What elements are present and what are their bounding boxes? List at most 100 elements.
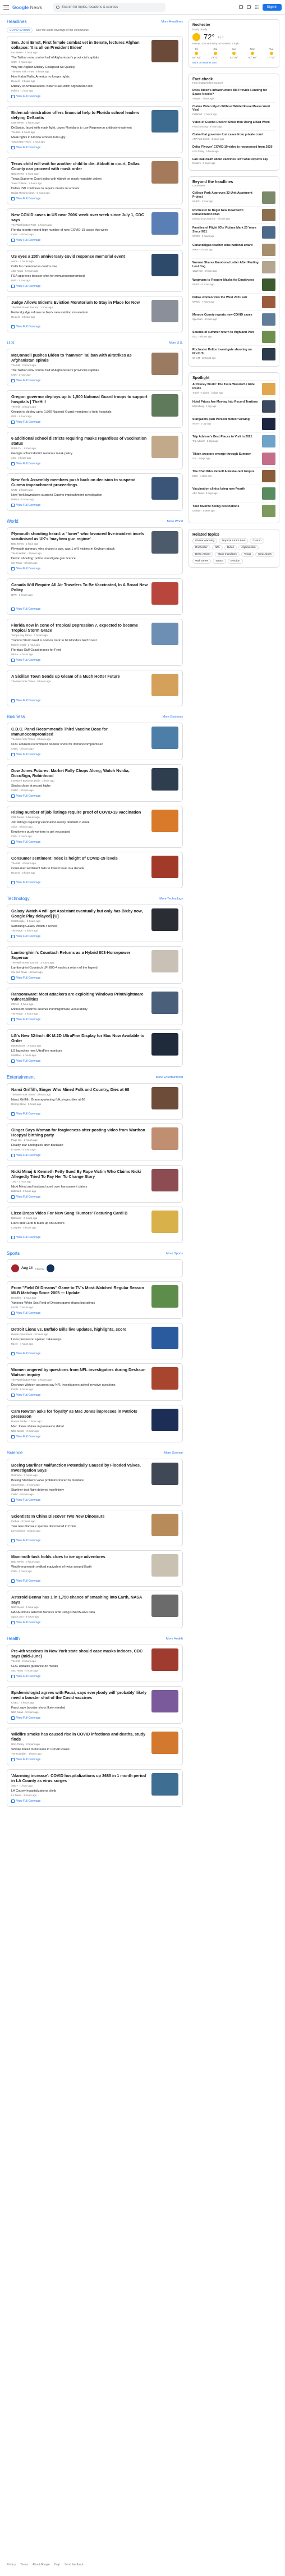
- story-headline[interactable]: Ransomware: Most attackers are exploitin…: [11, 992, 148, 1002]
- spotlight-item[interactable]: The Chef Who Rebuilt A Restaurant Empire…: [192, 467, 275, 485]
- item-headline[interactable]: Does Biden's Infrastructure Bill Provide…: [192, 89, 275, 97]
- full-coverage-link[interactable]: View Full Coverage: [11, 1154, 178, 1157]
- story-thumbnail[interactable]: [151, 1127, 178, 1150]
- search-input[interactable]: Search for topics, locations & sources: [53, 2, 166, 12]
- local-item[interactable]: Woman Shares Emotional Letter After Find…: [192, 258, 275, 276]
- item-headline[interactable]: Woman Shares Emotional Letter After Find…: [192, 261, 259, 269]
- item-thumbnail[interactable]: [262, 418, 275, 431]
- item-thumbnail[interactable]: [262, 191, 275, 204]
- full-coverage-link[interactable]: View Full Coverage: [11, 1236, 178, 1239]
- topic-chip[interactable]: NFL: [212, 545, 223, 551]
- sub-story-headline[interactable]: Georgia school district reverses mask po…: [11, 452, 148, 456]
- story-thumbnail[interactable]: [151, 908, 178, 931]
- sub-story-headline[interactable]: Florida reports record high number of ne…: [11, 229, 148, 232]
- topic-chip[interactable]: Space: [213, 559, 226, 564]
- full-coverage-link[interactable]: View Full Coverage: [11, 753, 178, 756]
- story-thumbnail[interactable]: [151, 1732, 178, 1754]
- spotlight-item[interactable]: Tiktok creators emerge through Summer Vox…: [192, 450, 275, 467]
- sports-title[interactable]: Sports: [7, 1251, 20, 1256]
- story-headline[interactable]: C.D.C. Panel Recommends Third Vaccine Do…: [11, 727, 148, 737]
- story-headline[interactable]: Canada Will Require All Air Travelers To…: [11, 582, 148, 592]
- story-headline[interactable]: 6 additional school districts requiring …: [11, 436, 148, 446]
- story-headline[interactable]: Scientists In China Discover Two New Din…: [11, 1514, 148, 1519]
- item-thumbnail[interactable]: [262, 209, 275, 222]
- story-headline[interactable]: Florida now in cone of Tropical Depressi…: [11, 623, 148, 633]
- item-headline[interactable]: The Chef Who Rebuilt A Restaurant Empire: [192, 470, 259, 474]
- fact_check-item[interactable]: Video of Cuomo Doesn't Show Him Using a …: [192, 118, 275, 130]
- item-thumbnail[interactable]: [262, 226, 275, 239]
- story-thumbnail[interactable]: [151, 1169, 178, 1191]
- story-thumbnail[interactable]: [151, 810, 178, 832]
- topic-chip[interactable]: Dow Jones: [255, 552, 275, 558]
- full-coverage-link[interactable]: View Full Coverage: [11, 379, 178, 382]
- local-item[interactable]: Canandaigua teacher wins national award W…: [192, 241, 275, 258]
- story-thumbnail[interactable]: [151, 40, 178, 62]
- spotlight-item[interactable]: Vaccination clinics bring new Fourth ABC …: [192, 485, 275, 502]
- full-coverage-link[interactable]: View Full Coverage: [11, 1579, 178, 1583]
- story-headline[interactable]: New COVID cases in US near 700K week ove…: [11, 212, 148, 222]
- item-thumbnail[interactable]: [262, 244, 275, 257]
- topic-chip[interactable]: Delta variant: [192, 552, 213, 558]
- full-coverage-link[interactable]: View Full Coverage: [11, 285, 178, 288]
- footer-link[interactable]: Send feedback: [65, 2563, 83, 2566]
- sub-story-headline[interactable]: The Taliban now control half of Afghanis…: [11, 56, 148, 60]
- item-thumbnail[interactable]: [262, 331, 275, 344]
- story-thumbnail[interactable]: [151, 582, 178, 605]
- menu-icon[interactable]: [3, 4, 9, 10]
- story-headline[interactable]: Consumer sentiment index is height of CO…: [11, 856, 148, 861]
- sub-story-headline[interactable]: Boeing Starliner's valve problems traced…: [11, 1479, 148, 1483]
- item-headline[interactable]: Delta 'Flyover' COVID-19 video is repurp…: [192, 145, 275, 149]
- full-coverage-link[interactable]: View Full Coverage: [11, 1499, 178, 1502]
- item-headline[interactable]: Claims Biden Fly-In Without White House …: [192, 105, 275, 113]
- story-thumbnail[interactable]: [151, 1595, 178, 1617]
- item-headline[interactable]: Canandaigua teacher wins national award: [192, 244, 259, 248]
- sports-more-link[interactable]: More Sports: [166, 1252, 183, 1255]
- item-thumbnail[interactable]: [262, 470, 275, 483]
- full-coverage-link[interactable]: View Full Coverage: [11, 95, 178, 98]
- item-headline[interactable]: College Park Approves 32-Unit Apartment …: [192, 191, 259, 199]
- weather-more-link[interactable]: More on weather.com: [192, 61, 275, 64]
- item-headline[interactable]: At Disney World: The Taste Wonderful Rid…: [192, 383, 259, 391]
- story-thumbnail[interactable]: [151, 1514, 178, 1536]
- item-headline[interactable]: Sounds of summer return to Highland Park: [192, 331, 259, 335]
- weather-location[interactable]: Rochester: [192, 23, 275, 27]
- item-headline[interactable]: Monroe County reports new COVID cases: [192, 313, 259, 317]
- sub-story-headline[interactable]: Smoke linked to increase in COVID cases: [11, 1748, 148, 1752]
- full-coverage-link[interactable]: View Full Coverage: [11, 841, 178, 844]
- topic-chip[interactable]: Afghanistan: [238, 545, 259, 551]
- sub-story-headline[interactable]: Calls for memorial as deaths rise: [11, 265, 148, 269]
- item-thumbnail[interactable]: [262, 278, 275, 291]
- item-headline[interactable]: Families of Flight 93's Victims Mark 20 …: [192, 226, 259, 234]
- local-item[interactable]: Dallas woman tries the West 2021 Fair WRO…: [192, 293, 275, 310]
- story-headline[interactable]: Texas child will wait for another child …: [11, 161, 148, 171]
- item-thumbnail[interactable]: [262, 383, 275, 396]
- story-thumbnail[interactable]: [151, 1367, 178, 1390]
- full-coverage-link[interactable]: View Full Coverage: [11, 1394, 178, 1397]
- full-coverage-link[interactable]: View Full Coverage: [11, 197, 178, 200]
- sub-story-headline[interactable]: Nanci Griffith, Grammy-winning folk sing…: [11, 1098, 148, 1102]
- full-coverage-link[interactable]: View Full Coverage: [11, 659, 178, 662]
- full-coverage-link[interactable]: View Full Coverage: [11, 146, 178, 149]
- full-coverage-link[interactable]: View Full Coverage: [11, 1435, 178, 1438]
- sub-story-headline[interactable]: Devon shooting: police investigate gun l…: [11, 557, 148, 561]
- spotlight-title[interactable]: Spotlight: [192, 376, 275, 380]
- story-headline[interactable]: Mammoth tusk holds clues to ice age adve…: [11, 1554, 148, 1559]
- topic-chip[interactable]: Rochester: [192, 545, 210, 551]
- sub-story-headline[interactable]: Deshaun Watson accusers say NFL investig…: [11, 1383, 148, 1387]
- sub-story-headline[interactable]: Why the Afghan Military Collapsed So Qui…: [11, 66, 148, 70]
- business-more-link[interactable]: More Business: [163, 715, 183, 719]
- story-thumbnail[interactable]: [151, 1285, 178, 1308]
- sub-story-headline[interactable]: Two new dinosaur species discovered in C…: [11, 1525, 148, 1529]
- full-coverage-link[interactable]: View Full Coverage: [11, 325, 178, 328]
- item-thumbnail[interactable]: [262, 505, 275, 518]
- sub-story-headline[interactable]: Lions preseason opener: takeaways: [11, 1338, 148, 1342]
- story-headline[interactable]: Women angered by questions from NFL inve…: [11, 1367, 148, 1377]
- footer-link[interactable]: Privacy: [7, 2563, 16, 2566]
- item-headline[interactable]: Stargazers plan Perseid meteor viewing: [192, 418, 259, 422]
- scoreboard-card[interactable]: Aug 14 7:05 PM: [7, 1259, 183, 1277]
- story-thumbnail[interactable]: [151, 856, 178, 878]
- sub-story-headline[interactable]: Lizzo and Cardi B team up on Rumors: [11, 1222, 148, 1226]
- sub-story-headline[interactable]: Consumer sentiment falls to lowest level…: [11, 867, 148, 871]
- item-thumbnail[interactable]: [262, 435, 275, 448]
- fact_check-item[interactable]: Delta 'Flyover' COVID-19 video is repurp…: [192, 142, 275, 155]
